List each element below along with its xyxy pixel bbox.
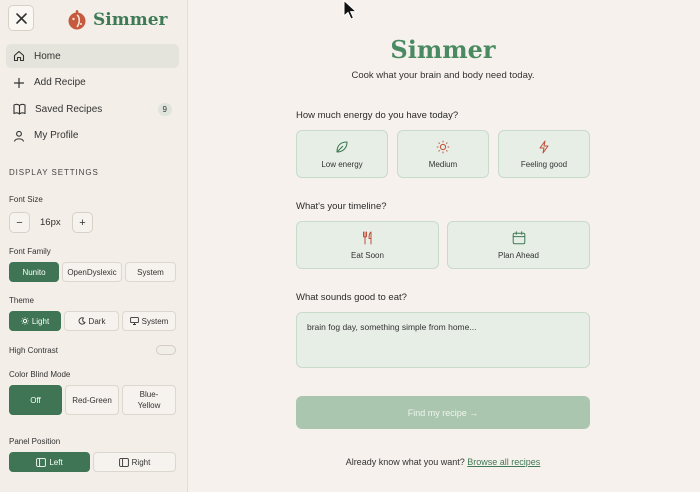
- energy-question: How much energy do you have today?: [296, 110, 459, 121]
- theme-option-label: Dark: [88, 316, 106, 326]
- color-blind-label: Color Blind Mode: [9, 370, 71, 379]
- close-panel-button[interactable]: [8, 5, 34, 31]
- home-icon: [13, 50, 25, 62]
- timeline-option-label: Eat Soon: [351, 250, 384, 260]
- font-size-decrease-button[interactable]: −: [9, 212, 30, 233]
- logo-icon: [68, 10, 86, 30]
- panel-position-option-left[interactable]: Left: [9, 452, 90, 472]
- high-contrast-toggle[interactable]: [156, 345, 176, 355]
- browse-prompt: Already know what you want? Browse all r…: [296, 457, 590, 467]
- nav-item-add-recipe[interactable]: Add Recipe: [6, 71, 179, 95]
- timeline-question: What's your timeline?: [296, 201, 387, 212]
- font-family-option-opendyslexic[interactable]: OpenDyslexic: [62, 262, 122, 282]
- energy-option-label: Low energy: [321, 159, 363, 169]
- craving-question: What sounds good to eat?: [296, 292, 407, 303]
- timeline-option-eat-soon[interactable]: Eat Soon: [296, 221, 439, 269]
- sidebar: Simmer Home Add Recipe Saved Recipes 9 M…: [0, 0, 188, 492]
- energy-option-label: Feeling good: [520, 159, 568, 169]
- energy-option-low[interactable]: Low energy: [296, 130, 388, 178]
- high-contrast-label: High Contrast: [9, 346, 58, 355]
- saved-count-badge: 9: [157, 102, 172, 116]
- plus-icon: [13, 77, 25, 88]
- sun-icon: [436, 140, 450, 153]
- moon-icon: [78, 317, 86, 325]
- theme-option-dark[interactable]: Dark: [64, 311, 119, 331]
- font-size-increase-button[interactable]: +: [72, 212, 93, 233]
- mouse-cursor-icon: [343, 0, 358, 20]
- panel-position-option-label: Left: [49, 457, 63, 467]
- theme-option-label: System: [141, 316, 169, 326]
- font-family-option-system[interactable]: System: [125, 262, 176, 282]
- page-title: Simmer: [390, 35, 496, 64]
- close-icon: [15, 12, 27, 24]
- font-family-option-nunito[interactable]: Nunito: [9, 262, 59, 282]
- leaf-icon: [336, 140, 348, 153]
- color-blind-option-blue-yellow[interactable]: Blue- Yellow: [122, 385, 176, 415]
- display-settings-heading: DISPLAY SETTINGS: [9, 168, 99, 177]
- utensils-icon: [362, 231, 371, 244]
- brand-name: Simmer: [93, 10, 168, 30]
- font-size-label: Font Size: [9, 195, 43, 204]
- book-icon: [13, 103, 26, 115]
- brand: Simmer: [66, 8, 167, 32]
- color-blind-option-red-green[interactable]: Red-Green: [65, 385, 119, 415]
- font-family-label: Font Family: [9, 247, 51, 256]
- lightning-icon: [539, 140, 549, 153]
- energy-option-label: Medium: [428, 159, 458, 169]
- nav-item-label: Home: [34, 50, 61, 62]
- nav-item-home[interactable]: Home: [6, 44, 179, 68]
- sun-icon: [21, 317, 29, 325]
- theme-option-light[interactable]: Light: [9, 311, 61, 331]
- panel-position-option-label: Right: [131, 457, 151, 467]
- font-size-value: 16px: [40, 217, 61, 228]
- timeline-option-plan-ahead[interactable]: Plan Ahead: [447, 221, 590, 269]
- energy-option-medium[interactable]: Medium: [397, 130, 489, 178]
- browse-prompt-text: Already know what you want?: [345, 457, 465, 467]
- panel-left-icon: [36, 457, 47, 467]
- panel-position-label: Panel Position: [9, 437, 61, 446]
- calendar-icon: [512, 230, 525, 244]
- nav-item-saved-recipes[interactable]: Saved Recipes 9: [6, 97, 179, 121]
- panel-position-option-right[interactable]: Right: [93, 452, 176, 472]
- nav-item-label: My Profile: [34, 130, 79, 141]
- panel-right-icon: [118, 457, 129, 467]
- theme-option-system[interactable]: System: [122, 311, 176, 331]
- timeline-option-label: Plan Ahead: [498, 250, 539, 260]
- find-recipe-button[interactable]: Find my recipe →: [296, 396, 590, 429]
- theme-option-label: Light: [31, 316, 50, 326]
- craving-input[interactable]: brain fog day, something simple from hom…: [296, 312, 590, 368]
- nav-item-label: Add Recipe: [34, 77, 86, 88]
- page-subtitle: Cook what your brain and body need today…: [351, 70, 535, 81]
- sidebar-nav: Home Add Recipe Saved Recipes 9 My Profi…: [6, 44, 179, 150]
- monitor-icon: [129, 317, 139, 325]
- nav-item-my-profile[interactable]: My Profile: [6, 124, 179, 148]
- browse-all-recipes-link[interactable]: Browse all recipes: [467, 457, 540, 467]
- energy-option-feeling-good[interactable]: Feeling good: [498, 130, 590, 178]
- theme-label: Theme: [9, 296, 34, 305]
- color-blind-option-off[interactable]: Off: [9, 385, 62, 415]
- user-icon: [13, 130, 25, 142]
- nav-item-label: Saved Recipes: [35, 103, 103, 115]
